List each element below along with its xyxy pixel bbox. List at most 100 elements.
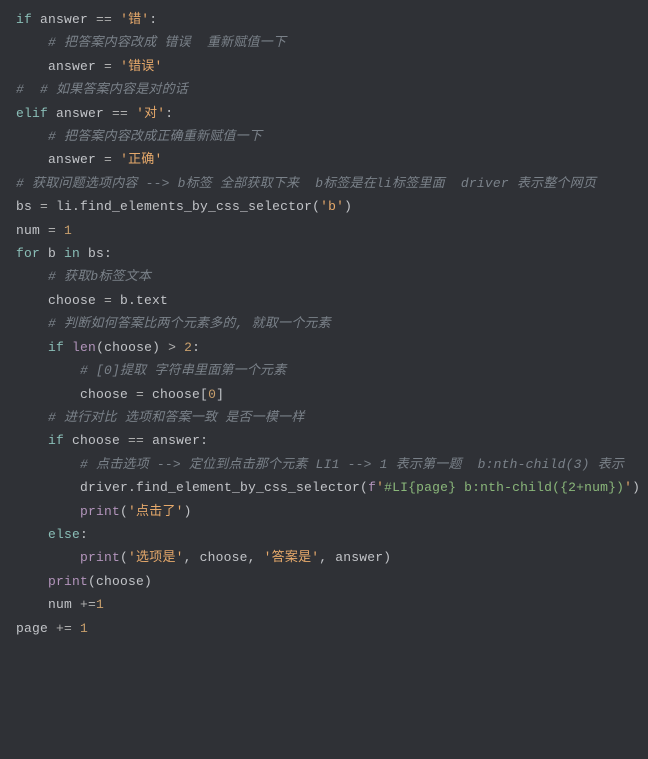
token-op: +=: [80, 597, 96, 612]
token-plain: (choose): [96, 340, 168, 355]
token-key2: print: [80, 504, 120, 519]
code-line: answer = '错误': [16, 59, 162, 74]
code-line: if len(choose) > 2:: [16, 340, 200, 355]
token-op: ==: [96, 12, 112, 27]
token-key: elif: [16, 106, 48, 121]
token-str: '错误': [120, 59, 162, 74]
token-plain: bs: [16, 199, 40, 214]
token-str: '答案是': [264, 550, 320, 565]
token-plain: b: [40, 246, 64, 261]
token-key: for: [16, 246, 40, 261]
token-plain: answer: [48, 106, 112, 121]
token-strg: #LI{page} b:nth-child({2+num}): [384, 480, 624, 495]
token-plain: :: [165, 106, 173, 121]
token-plain: [72, 621, 80, 636]
code-block: if answer == '错': # 把答案内容改成 错误 重新赋值一下 an…: [0, 0, 648, 640]
token-plain: num: [16, 223, 48, 238]
token-plain: , answer): [319, 550, 391, 565]
token-plain: [112, 152, 120, 167]
token-str: 'b': [320, 199, 344, 214]
token-plain: answer:: [144, 433, 208, 448]
code-line: # 获取问题选项内容 --> b标签 全部获取下来 b标签是在li标签里面 dr…: [16, 176, 596, 191]
token-comment: # 点击选项 --> 定位到点击那个元素 LI1 --> 1 表示第一题 b:n…: [80, 457, 624, 472]
token-op: =: [48, 223, 56, 238]
token-str: '错': [120, 12, 149, 27]
token-key: if: [16, 12, 32, 27]
token-comment: # # 如果答案内容是对的话: [16, 82, 188, 97]
token-str: '对': [136, 106, 165, 121]
token-str: ': [624, 480, 632, 495]
code-line: # 获取b标签文本: [16, 269, 151, 284]
token-plain: , choose,: [184, 550, 264, 565]
code-line: print('选项是', choose, '答案是', answer): [16, 550, 391, 565]
code-line: else:: [16, 527, 88, 542]
token-op: >: [168, 340, 176, 355]
token-plain: ]: [216, 387, 224, 402]
token-num: 0: [208, 387, 216, 402]
token-comment: # 把答案内容改成 错误 重新赋值一下: [48, 35, 286, 50]
token-plain: li.find_elements_by_css_selector(: [48, 199, 320, 214]
code-line: # 把答案内容改成正确重新赋值一下: [16, 129, 262, 144]
token-num: 2: [184, 340, 192, 355]
token-op: =: [104, 59, 112, 74]
token-op: =: [104, 293, 112, 308]
code-line: # 进行对比 选项和答案一致 是否一模一样: [16, 410, 304, 425]
token-plain: :: [192, 340, 200, 355]
token-op: =: [104, 152, 112, 167]
code-line: # # 如果答案内容是对的话: [16, 82, 188, 97]
token-comment: # 获取问题选项内容 --> b标签 全部获取下来 b标签是在li标签里面 dr…: [16, 176, 596, 191]
token-str: '选项是': [128, 550, 184, 565]
token-plain: num: [48, 597, 80, 612]
token-plain: [64, 340, 72, 355]
token-num: 1: [96, 597, 104, 612]
token-plain: (: [120, 550, 128, 565]
token-op: +=: [56, 621, 72, 636]
code-line: # 点击选项 --> 定位到点击那个元素 LI1 --> 1 表示第一题 b:n…: [16, 457, 624, 472]
token-comment: # 进行对比 选项和答案一致 是否一模一样: [48, 410, 304, 425]
code-line: if answer == '错':: [16, 12, 157, 27]
token-str: ': [376, 480, 384, 495]
token-plain: [112, 12, 120, 27]
token-op: ==: [128, 433, 144, 448]
code-line: for b in bs:: [16, 246, 112, 261]
token-plain: answer: [48, 152, 104, 167]
token-plain: [176, 340, 184, 355]
token-comment: # 获取b标签文本: [48, 269, 151, 284]
token-plain: choose[: [144, 387, 208, 402]
code-line: choose = choose[0]: [16, 387, 224, 402]
token-plain: page: [16, 621, 56, 636]
code-line: # [0]提取 字符串里面第一个元素: [16, 363, 286, 378]
token-plain: [128, 106, 136, 121]
token-plain: (choose): [88, 574, 152, 589]
token-op: ==: [112, 106, 128, 121]
token-plain: answer: [48, 59, 104, 74]
token-plain: choose: [80, 387, 136, 402]
code-line: print(choose): [16, 574, 152, 589]
token-comment: # [0]提取 字符串里面第一个元素: [80, 363, 286, 378]
token-plain: ): [632, 480, 640, 495]
token-plain: ): [344, 199, 352, 214]
token-plain: choose: [64, 433, 128, 448]
token-plain: [56, 223, 64, 238]
token-key2: print: [80, 550, 120, 565]
token-plain: answer: [32, 12, 96, 27]
code-line: num = 1: [16, 223, 72, 238]
token-key2: len: [72, 340, 96, 355]
token-key2: print: [48, 574, 88, 589]
token-plain: (: [120, 504, 128, 519]
code-line: bs = li.find_elements_by_css_selector('b…: [16, 199, 352, 214]
code-line: choose = b.text: [16, 293, 168, 308]
token-key: if: [48, 340, 64, 355]
token-key: else: [48, 527, 80, 542]
code-line: # 把答案内容改成 错误 重新赋值一下: [16, 35, 286, 50]
token-str: '点击了': [128, 504, 184, 519]
token-plain: driver.find_element_by_css_selector(: [80, 480, 368, 495]
token-op: =: [40, 199, 48, 214]
token-num: 1: [64, 223, 72, 238]
token-op: =: [136, 387, 144, 402]
code-line: # 判断如何答案比两个元素多的, 就取一个元素: [16, 316, 331, 331]
token-num: 1: [80, 621, 88, 636]
token-plain: b.text: [112, 293, 168, 308]
token-plain: choose: [48, 293, 104, 308]
token-key: if: [48, 433, 64, 448]
